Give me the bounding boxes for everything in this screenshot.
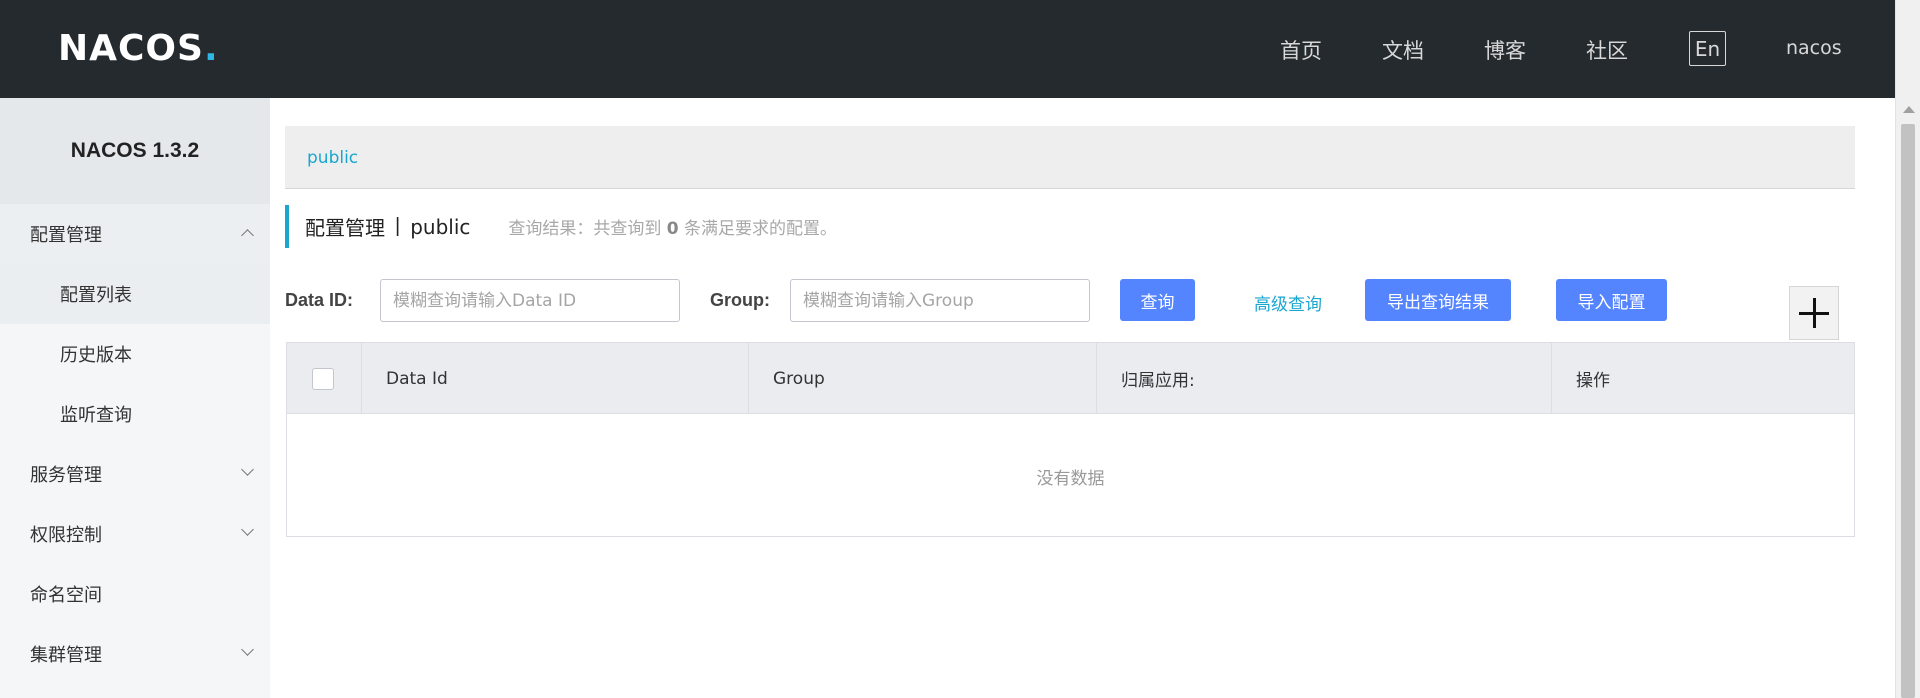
scrollbar-thumb[interactable] <box>1901 124 1915 698</box>
sidebar: NACOS 1.3.2 配置管理 配置列表 历史版本 监听查询 服务管理 权限控… <box>0 98 270 698</box>
select-all-checkbox[interactable] <box>312 367 334 390</box>
data-id-label: Data ID: <box>285 290 354 310</box>
sidebar-item-label: 配置列表 <box>60 285 132 306</box>
sidebar-item-config-list[interactable]: 配置列表 <box>0 264 270 324</box>
sidebar-item-label: 权限控制 <box>30 525 102 546</box>
namespace-link-public[interactable]: public <box>307 148 358 168</box>
query-button[interactable]: 查询 <box>1120 279 1195 321</box>
chevron-down-icon <box>241 463 254 476</box>
namespace-bar: public <box>285 126 1855 189</box>
nacos-logo[interactable]: NACOS. <box>58 27 219 69</box>
hint-suffix: 条满足要求的配置。 <box>684 219 838 239</box>
export-results-button[interactable]: 导出查询结果 <box>1365 279 1511 321</box>
column-header-group[interactable]: Group <box>749 343 1097 414</box>
sidebar-item-listener-query[interactable]: 监听查询 <box>0 384 270 444</box>
sidebar-item-label: 历史版本 <box>60 345 132 366</box>
group-search-input[interactable] <box>790 279 1090 322</box>
sidebar-item-config-management[interactable]: 配置管理 <box>0 204 270 264</box>
language-toggle-button[interactable]: En <box>1689 31 1726 66</box>
nav-community[interactable]: 社区 <box>1586 35 1628 65</box>
page-title-row: 配置管理 | public 查询结果：共查询到 0 条满足要求的配置。 <box>285 205 837 248</box>
nav-blog[interactable]: 博客 <box>1484 35 1526 65</box>
logo-dot: . <box>203 27 219 69</box>
sidebar-item-label: 集群管理 <box>30 645 102 666</box>
sidebar-item-label: 命名空间 <box>30 585 102 606</box>
top-header: NACOS. 首页 文档 博客 社区 En nacos <box>0 0 1895 98</box>
config-table: Data Id Group 归属应用: 操作 没有数据 <box>286 342 1855 537</box>
nav-home[interactable]: 首页 <box>1280 35 1322 65</box>
column-header-actions: 操作 <box>1576 371 1610 391</box>
sidebar-item-label: 监听查询 <box>60 405 132 426</box>
title-separator: | <box>395 215 401 237</box>
logo-text: NACOS <box>58 27 204 69</box>
plus-icon-vertical <box>1812 298 1816 328</box>
query-result-hint: 查询结果：共查询到 0 条满足要求的配置。 <box>508 214 837 239</box>
advanced-query-link[interactable]: 高级查询 <box>1254 290 1322 315</box>
column-header-data-id[interactable]: Data Id <box>362 343 749 414</box>
add-config-button[interactable] <box>1789 286 1839 340</box>
chevron-up-icon <box>241 229 254 242</box>
user-menu[interactable]: nacos <box>1786 37 1842 59</box>
group-label: Group: <box>710 290 770 310</box>
chevron-down-icon <box>241 523 254 536</box>
sidebar-item-history[interactable]: 历史版本 <box>0 324 270 384</box>
scroll-up-arrow-icon[interactable] <box>1903 106 1915 113</box>
sidebar-item-service-management[interactable]: 服务管理 <box>0 444 270 504</box>
hint-prefix: 查询结果：共查询到 <box>508 219 662 239</box>
page-namespace: public <box>410 214 471 239</box>
hint-count: 0 <box>666 219 679 239</box>
import-config-button[interactable]: 导入配置 <box>1556 279 1667 321</box>
column-header-app[interactable]: 归属应用: <box>1097 343 1552 414</box>
nav-docs[interactable]: 文档 <box>1382 35 1424 65</box>
page-title: 配置管理 <box>305 216 385 240</box>
vertical-scrollbar[interactable] <box>1895 0 1920 698</box>
sidebar-item-label: 配置管理 <box>30 225 102 246</box>
chevron-down-icon <box>241 643 254 656</box>
sidebar-item-label: 服务管理 <box>30 465 102 486</box>
table-empty-state: 没有数据 <box>1036 468 1105 489</box>
data-id-search-input[interactable] <box>380 279 680 322</box>
sidebar-item-namespace[interactable]: 命名空间 <box>0 564 270 624</box>
sidebar-title: NACOS 1.3.2 <box>0 98 270 204</box>
sidebar-item-cluster-management[interactable]: 集群管理 <box>0 624 270 684</box>
select-all-cell <box>287 343 362 414</box>
table-header: Data Id Group 归属应用: 操作 <box>287 343 1854 414</box>
sidebar-item-access-control[interactable]: 权限控制 <box>0 504 270 564</box>
